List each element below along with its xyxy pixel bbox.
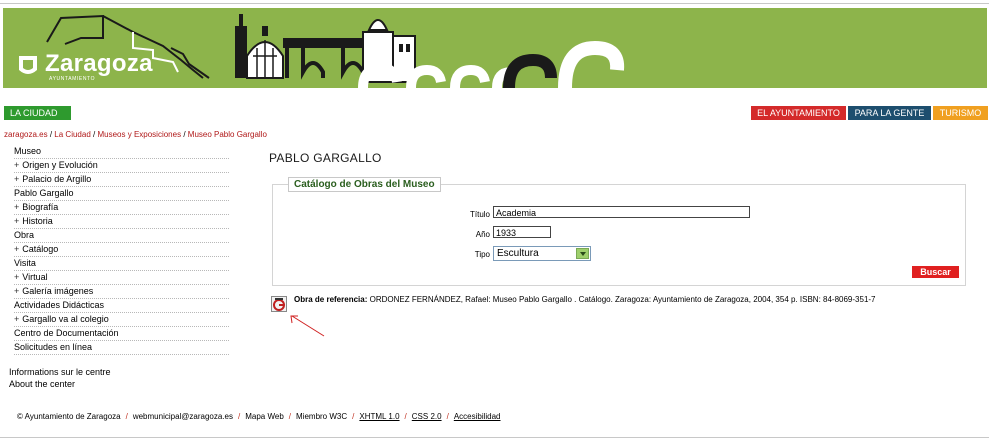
plus-icon: + (14, 286, 20, 296)
plus-icon: + (14, 202, 20, 212)
sidebar-item-label: Centro de Documentación (14, 328, 119, 338)
sidebar-item-galeria[interactable]: + Galería imágenes (14, 285, 229, 299)
breadcrumb-separator: / (93, 130, 96, 139)
tipo-selected-value: Escultura (497, 248, 539, 259)
plus-icon: + (14, 216, 20, 226)
reference-text: Obra de referencia: ORDONEZ FERNÁNDEZ, R… (294, 295, 876, 304)
breadcrumb-la-ciudad[interactable]: La Ciudad (54, 130, 90, 139)
sidebar-item-label: Visita (14, 258, 36, 268)
tipo-select[interactable]: Escultura (493, 246, 591, 261)
footer-w3c[interactable]: Miembro W3C (296, 412, 347, 421)
red-arrow-annotation (290, 315, 325, 337)
logo-text[interactable]: Zaragoza (45, 50, 153, 78)
nav-turismo[interactable]: TURISMO (933, 106, 988, 120)
top-border (0, 0, 989, 4)
footer-email-link[interactable]: webmunicipal@zaragoza.es (133, 412, 233, 421)
footer: © Ayuntamiento de Zaragoza / webmunicipal@… (17, 412, 501, 421)
link-informations-centre[interactable]: Informations sur le centre (9, 367, 111, 377)
footer-xhtml[interactable]: XHTML 1.0 (359, 412, 399, 421)
page-title: PABLO GARGALLO (269, 151, 382, 165)
sidebar-item-label: Solicitudes en línea (14, 342, 93, 352)
sidebar-item-label: Museo (14, 146, 42, 156)
sidebar-item-visita[interactable]: Visita (14, 257, 229, 271)
footer-copyright: © Ayuntamiento de Zaragoza (17, 412, 121, 421)
sidebar-item-obra[interactable]: Obra (14, 229, 229, 243)
breadcrumb: zaragoza.es / La Ciudad / Museos y Expos… (4, 130, 267, 139)
panel-title: Catálogo de Obras del Museo (288, 177, 441, 192)
buscar-button[interactable]: Buscar (912, 266, 959, 278)
sidebar-item-actividades[interactable]: Actividades Didácticas (14, 299, 229, 313)
sidebar-item-label: Galería imágenes (22, 286, 94, 296)
sidebar-item-virtual[interactable]: + Virtual (14, 271, 229, 285)
reference-book-icon-glyph (273, 298, 285, 311)
tipo-label: Tipo (474, 250, 490, 259)
reference-citation: ORDONEZ FERNÁNDEZ, Rafael: Museo Pablo G… (369, 295, 876, 304)
sidebar-item-historia[interactable]: + Historia (14, 215, 229, 229)
nav-el-ayuntamiento[interactable]: EL AYUNTAMIENTO (751, 106, 846, 120)
sidebar-item-label: Actividades Didácticas (14, 300, 105, 310)
sidebar-menu: Museo + Origen y Evolución + Palacio de Ar… (14, 145, 229, 355)
breadcrumb-museo-gargallo[interactable]: Museo Pablo Gargallo (188, 130, 267, 139)
chevron-down-icon[interactable] (576, 248, 589, 259)
sidebar-item-colegio[interactable]: + Gargallo va al colegio (14, 313, 229, 327)
footer-mapa-web[interactable]: Mapa Web (245, 412, 284, 421)
reference-book-icon[interactable] (271, 296, 287, 312)
sidebar-item-pablo-gargallo[interactable]: Pablo Gargallo (14, 187, 229, 201)
sidebar-item-label: Obra (14, 230, 35, 240)
header-banner: Zaragoza AYUNTAMIENTO (3, 8, 987, 88)
anio-input[interactable]: 1933 (493, 226, 551, 238)
sidebar-item-origen[interactable]: + Origen y Evolución (14, 159, 229, 173)
breadcrumb-zaragoza[interactable]: zaragoza.es (4, 130, 48, 139)
sidebar-item-label: Virtual (22, 272, 48, 282)
sidebar-item-museo[interactable]: Museo (14, 145, 229, 159)
breadcrumb-separator: / (49, 130, 53, 139)
breadcrumb-separator: / (183, 130, 186, 139)
sidebar-item-label: Origen y Evolución (22, 160, 98, 170)
breadcrumb-museos[interactable]: Museos y Exposiciones (97, 130, 181, 139)
sidebar-item-documentacion[interactable]: Centro de Documentación (14, 327, 229, 341)
titulo-input[interactable]: Academia (493, 206, 750, 218)
sidebar-item-label: Pablo Gargallo (14, 188, 74, 198)
sidebar-item-biografia[interactable]: + Biografía (14, 201, 229, 215)
sidebar-item-catalogo[interactable]: + Catálogo (14, 243, 229, 257)
sidebar-item-label: Historia (22, 216, 53, 226)
link-about-center[interactable]: About the center (9, 379, 75, 389)
nav-para-la-gente[interactable]: PARA LA GENTE (848, 106, 931, 120)
reference-label: Obra de referencia: (294, 295, 368, 304)
logo-subtitle: AYUNTAMIENTO (49, 76, 96, 82)
sidebar-item-solicitudes[interactable]: Solicitudes en línea (14, 341, 229, 355)
plus-icon: + (14, 244, 20, 254)
plus-icon: + (14, 314, 20, 324)
bottom-border (0, 437, 989, 438)
sidebar-item-label: Gargallo va al colegio (22, 314, 109, 324)
plus-icon: + (14, 272, 20, 282)
titulo-label: Título (469, 210, 490, 219)
sidebar-item-label: Catálogo (22, 244, 59, 254)
search-panel (272, 184, 966, 286)
nav-la-ciudad[interactable]: LA CIUDAD (4, 106, 71, 120)
footer-css[interactable]: CSS 2.0 (412, 412, 442, 421)
sidebar-item-label: Biografía (22, 202, 59, 212)
footer-accesibilidad[interactable]: Accesibilidad (454, 412, 501, 421)
plus-icon: + (14, 160, 20, 170)
anio-label: Año (475, 230, 490, 239)
sidebar-item-label: Palacio de Argillo (22, 174, 92, 184)
plus-icon: + (14, 174, 20, 184)
sidebar-item-palacio[interactable]: + Palacio de Argillo (14, 173, 229, 187)
